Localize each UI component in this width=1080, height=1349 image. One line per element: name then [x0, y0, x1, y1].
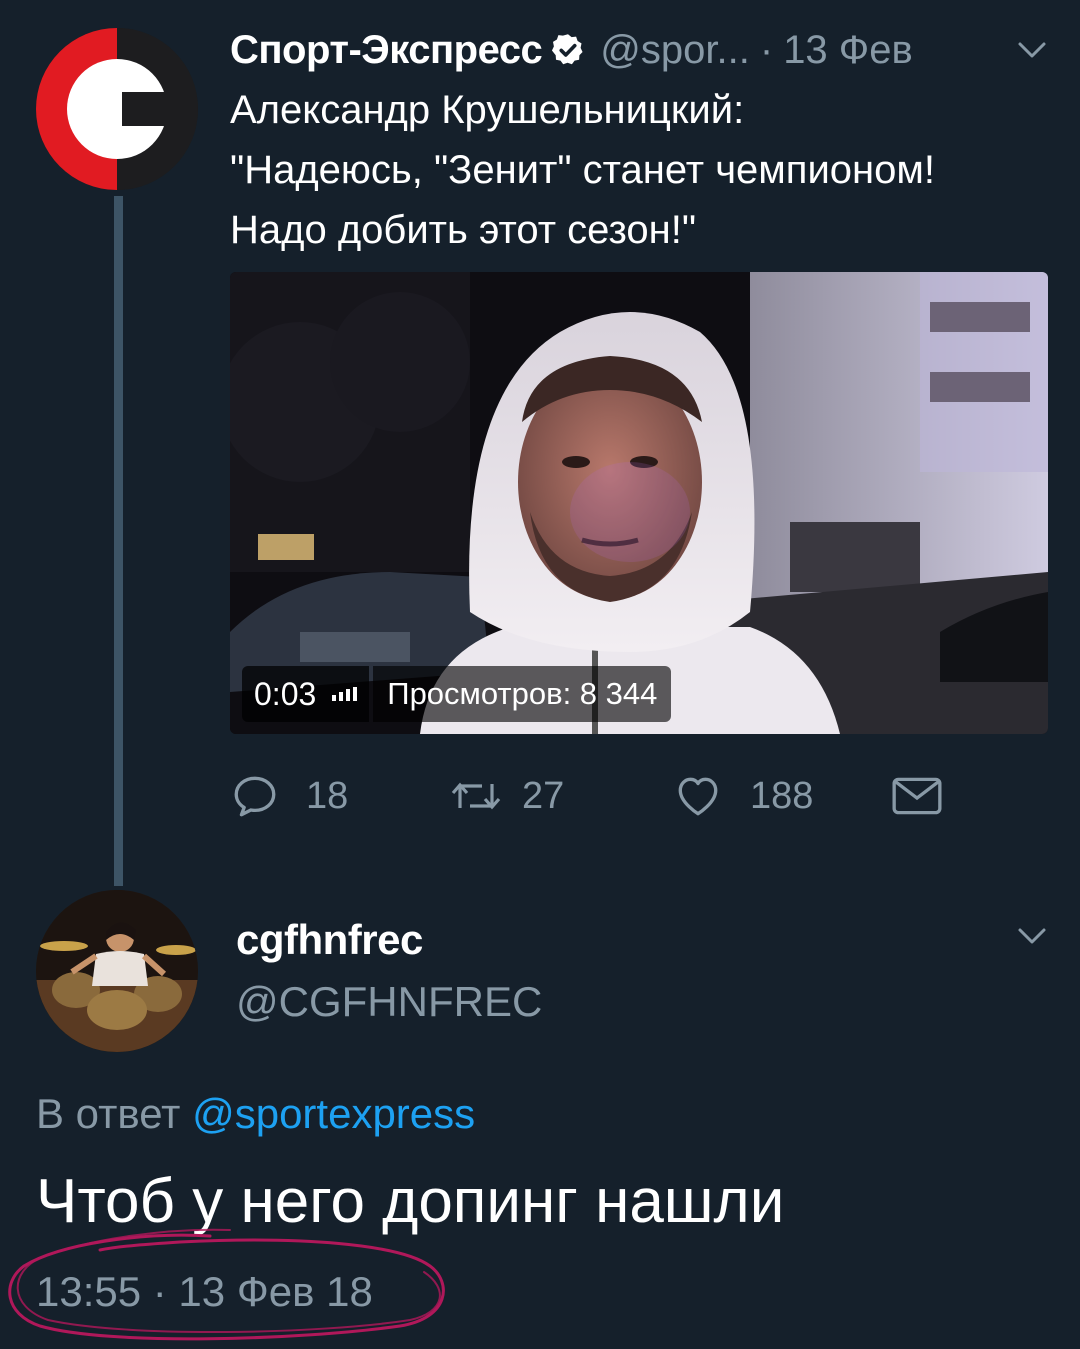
video-views: Просмотров: 8 344: [373, 666, 672, 722]
reply-to-mention-link[interactable]: @sportexpress: [192, 1090, 475, 1137]
video-thumbnail: [230, 272, 1048, 734]
retweet-icon: [451, 782, 501, 810]
video-info-overlay: 0:03 Просмотров: 8 344: [242, 666, 672, 722]
reply-author-handle[interactable]: @CGFHNFREC: [236, 978, 542, 1026]
reply-timestamp: 13:55 · 13 Фев 18: [36, 1268, 373, 1315]
avatar-drummer-image: [36, 890, 198, 1052]
sport-express-logo: [36, 28, 198, 190]
reply-count: 18: [306, 774, 349, 817]
reply-author-name[interactable]: cgfhnfrec: [236, 916, 423, 964]
reply-button[interactable]: 18: [230, 766, 348, 826]
author-name[interactable]: Спорт-Экспресс: [230, 28, 543, 73]
tweet-text: Александр Крушельницкий: "Надеюсь, "Зени…: [230, 80, 1060, 260]
tweet-thread-screen: Спорт-Экспресс @spor... · 13 Фев Алексан…: [0, 0, 1080, 1349]
header-separator: ·: [759, 27, 774, 72]
video-duration-pill: 0:03: [242, 666, 370, 722]
volume-bars-icon[interactable]: [332, 687, 358, 701]
cgfhnfrec-avatar[interactable]: [36, 890, 198, 1052]
retweet-count: 27: [522, 774, 565, 817]
like-count: 188: [750, 774, 814, 817]
like-icon: [678, 777, 718, 816]
chevron-down-icon[interactable]: [1014, 38, 1050, 62]
video-player[interactable]: 0:03 Просмотров: 8 344: [230, 272, 1048, 734]
direct-message-button[interactable]: [890, 766, 944, 826]
video-time: 0:03: [254, 675, 317, 712]
reply-text: Чтоб у него допинг нашли: [36, 1167, 785, 1236]
reply-icon: [234, 776, 276, 817]
like-button[interactable]: 188: [672, 766, 813, 826]
retweet-button[interactable]: 27: [448, 766, 564, 826]
sport-express-avatar[interactable]: [36, 28, 198, 190]
tweet-header: Спорт-Экспресс @spor... · 13 Фев: [230, 22, 1060, 78]
tweet-text-line: Александр Крушельницкий:: [230, 88, 745, 132]
tweet-text-line: "Надеюсь, "Зенит" станет чемпионом!: [230, 148, 935, 192]
dm-icon: [892, 777, 942, 815]
reply-to-prefix: В ответ: [36, 1090, 181, 1137]
author-handle[interactable]: @spor...: [600, 28, 750, 73]
chevron-down-icon[interactable]: [1014, 924, 1050, 948]
reply-context: В ответ @sportexpress: [36, 1090, 475, 1138]
tweet-text-line: Надо добить этот сезон!": [230, 208, 697, 252]
thread-connector-line: [114, 196, 123, 886]
verified-badge-icon: [552, 34, 583, 65]
tweet-date[interactable]: 13 Фев: [783, 28, 913, 73]
tweet-action-bar: 18 27 188: [230, 766, 1060, 826]
